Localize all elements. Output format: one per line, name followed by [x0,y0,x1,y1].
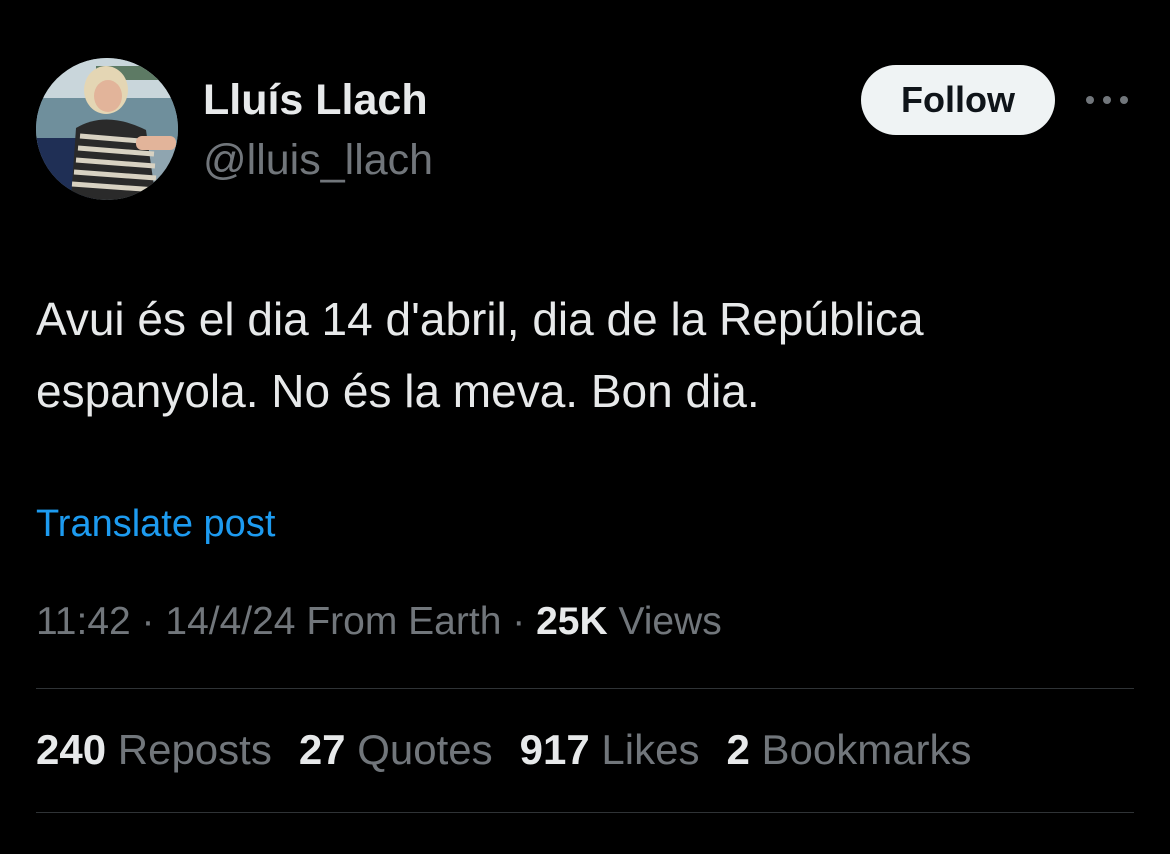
tweet-text-line: Avui és el dia 14 d'abril, dia de la Rep… [36,293,924,345]
views-count: 25K [536,600,608,643]
bookmarks-count: 2 [726,726,750,773]
follow-button[interactable]: Follow [861,65,1055,135]
tweet-text-line: espanyola. No és la meva. Bon dia. [36,365,760,417]
quotes-label: Quotes [357,726,493,773]
meta-separator: · [501,600,537,643]
tweet-text: Avui és el dia 14 d'abril, dia de la Rep… [36,283,1096,427]
user-handle[interactable]: @lluis_llach [203,136,433,185]
quotes-count: 27 [298,726,346,773]
reposts-count: 240 [36,726,107,773]
likes-stat[interactable]: 917 Likes [520,726,700,774]
engagement-stats: 240 Reposts 27 Quotes 917 Likes 2 Bookma… [36,726,999,774]
likes-label: Likes [601,726,700,773]
tweet-date[interactable]: 14/4/24 [165,600,295,643]
display-name[interactable]: Lluís Llach [203,76,428,125]
avatar[interactable] [36,58,178,200]
meta-separator: · [130,600,166,643]
bookmarks-stat[interactable]: 2 Bookmarks [726,726,971,774]
bookmarks-label: Bookmarks [761,726,972,773]
divider [36,688,1134,689]
tweet-location: From Earth [306,600,502,643]
tweet-time[interactable]: 11:42 [36,600,131,643]
tweet-meta: 11:42 · 14/4/24 From Earth · 25K Views [36,600,722,644]
translate-post-link[interactable]: Translate post [36,503,275,546]
more-dots-icon[interactable] [1084,92,1130,108]
views-label: Views [618,600,722,643]
likes-count: 917 [519,726,590,773]
reposts-label: Reposts [117,726,272,773]
divider [36,812,1134,813]
avatar-photo [36,58,178,200]
quotes-stat[interactable]: 27 Quotes [299,726,493,774]
reposts-stat[interactable]: 240 Reposts [36,726,272,774]
